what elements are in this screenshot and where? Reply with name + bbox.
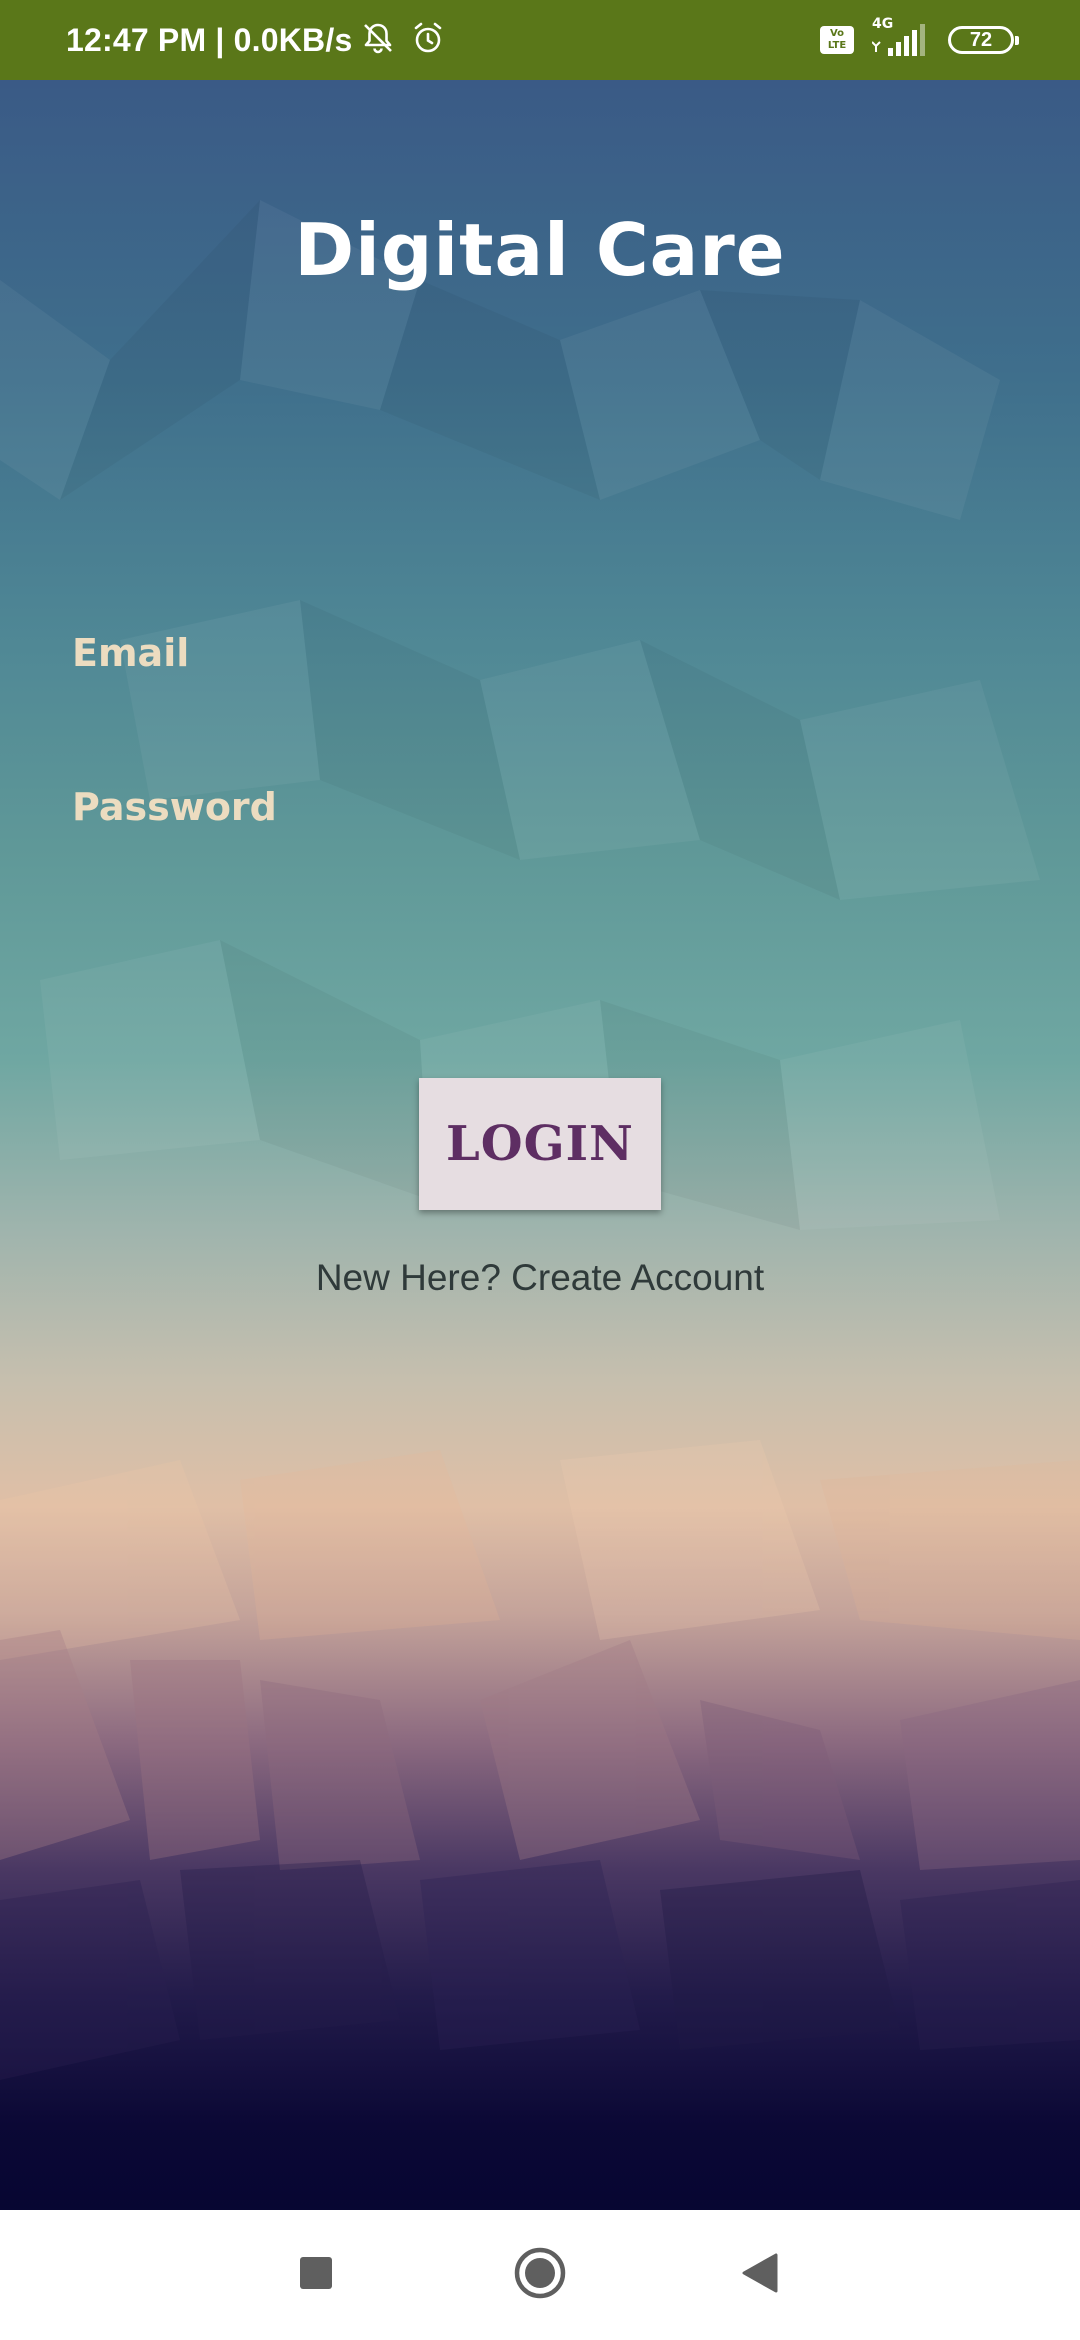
- alarm-icon: [410, 20, 446, 61]
- volte-line1: Vo: [829, 28, 845, 39]
- status-right-icons: Vo LTE 4G 72: [820, 16, 1019, 58]
- recents-button[interactable]: [256, 2210, 376, 2340]
- volte-line2: LTE: [827, 40, 847, 51]
- recents-square-icon: [299, 2256, 333, 2295]
- password-field-container: [72, 762, 1008, 852]
- email-field-container: [72, 608, 1008, 698]
- login-screen: Digital Care LOGIN New Here? Create Acco…: [0, 80, 1080, 2210]
- mute-bell-icon: [360, 20, 396, 61]
- battery-level: 72: [969, 28, 993, 51]
- back-button[interactable]: [700, 2210, 820, 2340]
- create-account-link[interactable]: New Here? Create Account: [0, 1257, 1080, 1299]
- email-field[interactable]: [72, 608, 1008, 698]
- status-left-icons: [360, 20, 446, 61]
- home-circle-icon: [514, 2247, 566, 2304]
- status-bar: 12:47 PM | 0.0KB/s Vo LTE 4G 72: [0, 0, 1080, 80]
- battery-icon: 72: [948, 26, 1019, 54]
- navigation-bar: [0, 2210, 1080, 2340]
- home-button[interactable]: [480, 2210, 600, 2340]
- signal-strength-icon: 4G: [872, 16, 930, 58]
- login-button[interactable]: LOGIN: [419, 1078, 661, 1210]
- app-title: Digital Care: [294, 208, 786, 292]
- volte-icon: Vo LTE: [820, 26, 854, 54]
- back-triangle-icon: [742, 2253, 778, 2298]
- status-time: 12:47 PM | 0.0KB/s: [66, 21, 353, 58]
- network-type: 4G: [872, 16, 894, 32]
- password-field[interactable]: [72, 762, 1008, 852]
